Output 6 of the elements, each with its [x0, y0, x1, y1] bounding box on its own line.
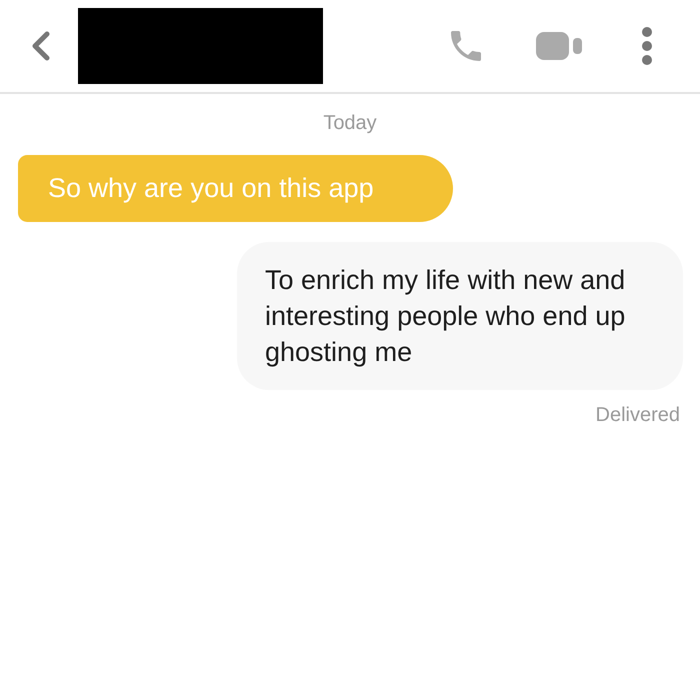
- video-camera-icon[interactable]: [536, 30, 584, 62]
- delivery-status: Delivered: [596, 404, 680, 427]
- more-options-icon[interactable]: [640, 26, 654, 66]
- message-bubble: So why are you on this app: [18, 155, 453, 222]
- date-label: Today: [322, 112, 378, 135]
- message-bubble: To enrich my life with new and interesting people who end up ghosting me: [237, 242, 683, 390]
